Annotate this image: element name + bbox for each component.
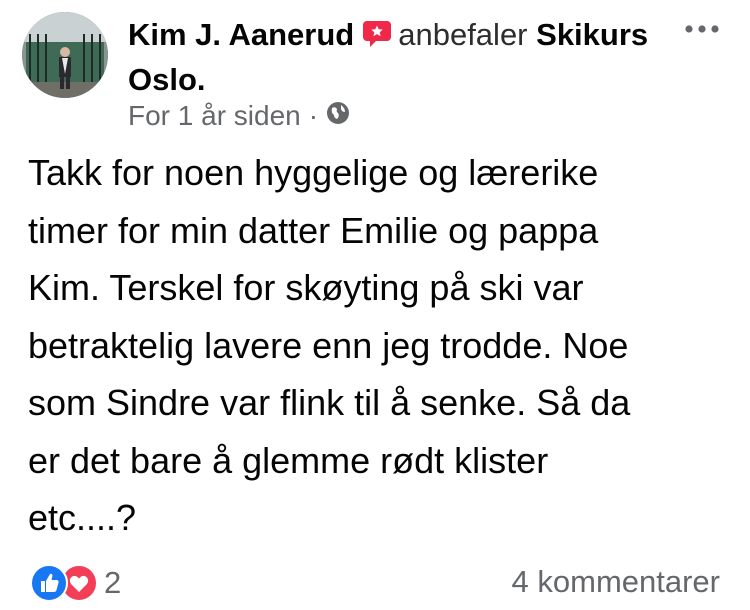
recommend-icon xyxy=(362,17,392,59)
more-icon xyxy=(685,25,719,33)
post-footer: 2 4 kommentarer xyxy=(28,560,720,606)
reaction-count: 2 xyxy=(104,565,122,600)
post-headline: Kim J. Aanerud anbefaler Skikurs Oslo. xyxy=(128,14,688,101)
post-body: Takk for noen hyggelige og lærerike timer… xyxy=(28,144,728,547)
recommend-verb: anbefaler xyxy=(398,17,528,52)
avatar[interactable] xyxy=(22,12,108,98)
meta-separator: · xyxy=(308,100,319,131)
post-header: Kim J. Aanerud anbefaler Skikurs Oslo. xyxy=(128,14,688,101)
post-text-line: Kim. Terskel for skøyting på ski var xyxy=(28,267,584,308)
author-name[interactable]: Kim J. Aanerud xyxy=(128,17,354,52)
avatar-photo xyxy=(22,12,108,98)
post-text-line: timer for min datter Emilie og pappa xyxy=(28,209,599,251)
like-icon xyxy=(30,564,68,602)
reactions-summary[interactable]: 2 xyxy=(30,564,121,602)
post-text-line: betraktelig lavere enn jeg trodde. Noe xyxy=(28,324,629,366)
post-timestamp[interactable]: For 1 år siden xyxy=(128,100,301,132)
post-meta: For 1 år siden · xyxy=(128,100,350,132)
post-text-line: Takk for noen hyggelige og lærerike xyxy=(28,152,599,193)
more-options-button[interactable] xyxy=(684,22,720,40)
globe-icon xyxy=(326,100,350,132)
comments-count-link[interactable]: 4 kommentarer xyxy=(512,564,720,600)
post-text-line: er det bare å glemme rødt klister xyxy=(28,439,549,481)
post-text-line: etc....? xyxy=(28,497,137,538)
post-text-line: som Sindre var flink til å senke. Så da xyxy=(28,382,631,423)
